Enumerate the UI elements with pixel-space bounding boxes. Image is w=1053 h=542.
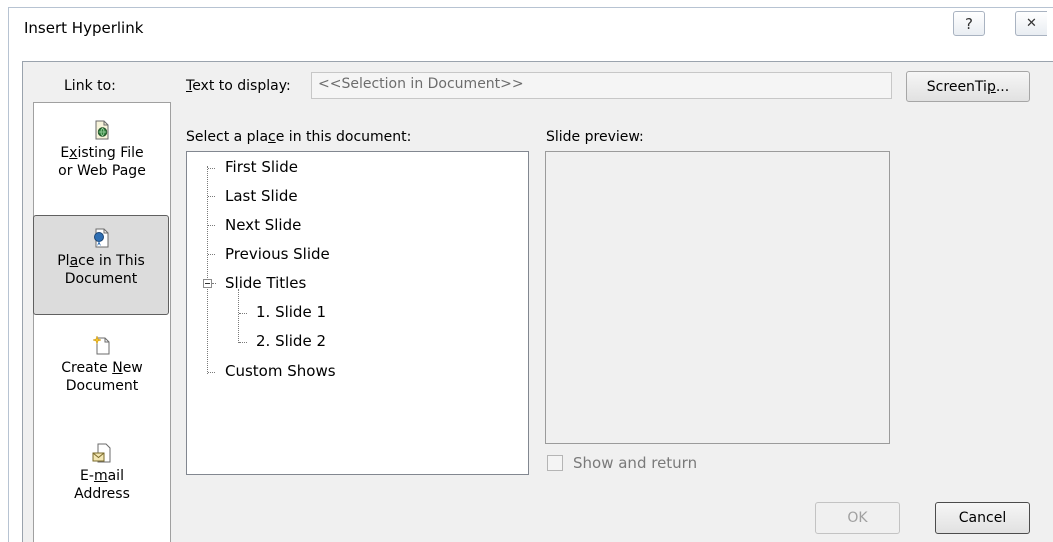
tree-item-previous-slide[interactable]: Previous Slide (225, 245, 330, 263)
cancel-button[interactable]: Cancel (935, 502, 1030, 534)
link-create-new-document[interactable]: Create New Document (34, 335, 170, 395)
text-to-display-label: Text to display: (186, 78, 291, 94)
dialog-client-area (22, 61, 1053, 542)
link-to-bar: Existing File or Web Page Place in This … (33, 102, 171, 542)
tree-item-custom-shows[interactable]: Custom Shows (225, 362, 336, 380)
slide-preview-label: Slide preview: (546, 129, 644, 145)
select-place-label: Select a place in this document: (186, 129, 412, 145)
email-address-icon (92, 443, 111, 463)
close-icon: ✕ (1026, 16, 1037, 31)
help-icon: ? (965, 14, 973, 33)
place-tree[interactable]: First Slide Last Slide Next Slide Previo… (186, 151, 529, 475)
show-and-return-label: Show and return (573, 454, 698, 472)
link-email-address[interactable]: E-mail Address (34, 443, 170, 503)
collapse-slide-titles-icon[interactable] (203, 279, 212, 288)
screentip-button[interactable]: ScreenTi p... (906, 71, 1030, 102)
link-place-in-document[interactable]: Place in This Document (33, 215, 169, 315)
help-button[interactable]: ? (953, 11, 985, 36)
dialog-title: Insert Hyperlink (24, 19, 144, 37)
link-to-label: Link to: (64, 78, 116, 94)
slide-preview-pane (545, 151, 890, 444)
tree-item-slide-titles[interactable]: Slide Titles (225, 274, 306, 292)
link-existing-file[interactable]: Existing File or Web Page (34, 120, 170, 180)
ok-button[interactable]: OK (815, 502, 900, 534)
tree-item-next-slide[interactable]: Next Slide (225, 216, 301, 234)
dialog-titlebar (9, 8, 1053, 58)
text-to-display-field[interactable]: <<Selection in Document>> (311, 72, 892, 99)
close-button[interactable]: ✕ (1015, 11, 1047, 36)
create-new-document-icon (92, 335, 110, 355)
tree-item-first-slide[interactable]: First Slide (225, 158, 298, 176)
tree-item-slide-1[interactable]: 1. Slide 1 (256, 303, 326, 321)
tree-item-last-slide[interactable]: Last Slide (225, 187, 298, 205)
existing-file-icon (95, 120, 109, 140)
show-and-return-checkbox[interactable] (547, 455, 563, 471)
tree-item-slide-2[interactable]: 2. Slide 2 (256, 332, 326, 350)
place-in-document-icon (94, 228, 109, 248)
